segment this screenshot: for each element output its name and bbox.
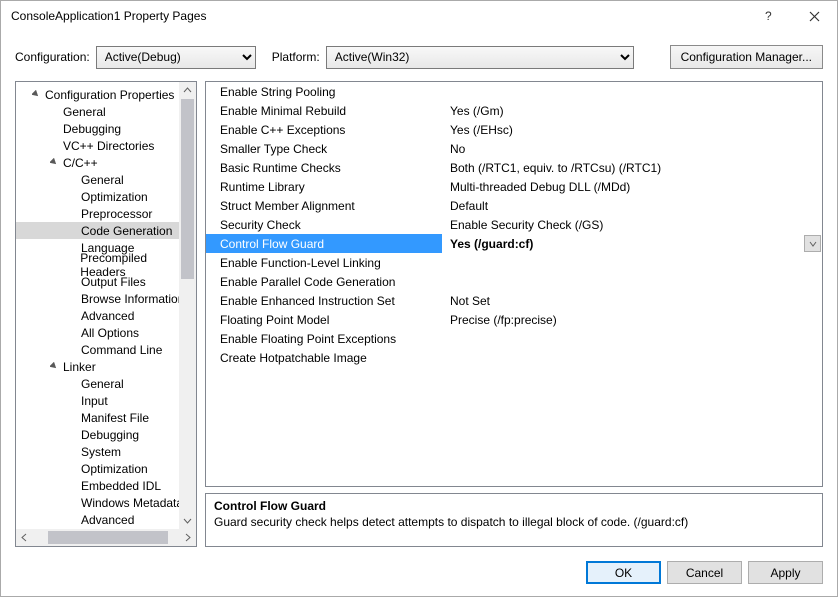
property-name: Enable String Pooling [206, 85, 442, 99]
tree-panel: Configuration PropertiesGeneralDebugging… [15, 81, 197, 547]
property-value[interactable]: Yes (/EHsc) [442, 123, 822, 137]
description-text: Guard security check helps detect attemp… [214, 515, 814, 529]
tree-item[interactable]: General [16, 103, 196, 120]
scroll-right-icon[interactable] [179, 529, 196, 546]
dropdown-button[interactable] [804, 235, 821, 252]
tree-item-linker[interactable]: Linker [16, 358, 196, 375]
tree-item[interactable]: VC++ Directories [16, 137, 196, 154]
tree-item[interactable]: Preprocessor [16, 205, 196, 222]
description-title: Control Flow Guard [214, 499, 814, 513]
property-name: Floating Point Model [206, 313, 442, 327]
property-name: Control Flow Guard [206, 237, 442, 251]
property-name: Enable Function-Level Linking [206, 256, 442, 270]
property-value[interactable]: Precise (/fp:precise) [442, 313, 822, 327]
property-row[interactable]: Enable Floating Point Exceptions [206, 329, 822, 348]
main-split: Configuration PropertiesGeneralDebugging… [1, 79, 837, 555]
tree-item[interactable]: General [16, 375, 196, 392]
property-row[interactable]: Enable Minimal Rebuild Yes (/Gm) [206, 101, 822, 120]
tree-item[interactable]: Command Line [16, 341, 196, 358]
tree-item[interactable]: Debugging [16, 426, 196, 443]
property-row[interactable]: Enable C++ Exceptions Yes (/EHsc) [206, 120, 822, 139]
configuration-select[interactable]: Active(Debug) [96, 46, 256, 69]
apply-button[interactable]: Apply [748, 561, 823, 584]
tree-item[interactable]: Advanced [16, 511, 196, 528]
config-row: Configuration: Active(Debug) Platform: A… [1, 31, 837, 79]
vscroll-thumb[interactable] [181, 99, 194, 279]
tree-item[interactable]: Precompiled Headers [16, 256, 196, 273]
tree-item[interactable]: Windows Metadata [16, 494, 196, 511]
property-name: Enable C++ Exceptions [206, 123, 442, 137]
property-value[interactable]: Both (/RTC1, equiv. to /RTCsu) (/RTC1) [442, 161, 822, 175]
tree[interactable]: Configuration PropertiesGeneralDebugging… [16, 82, 196, 546]
property-name: Smaller Type Check [206, 142, 442, 156]
ok-button[interactable]: OK [586, 561, 661, 584]
hscroll-thumb[interactable] [48, 531, 168, 544]
property-value[interactable]: Default [442, 199, 822, 213]
property-name: Struct Member Alignment [206, 199, 442, 213]
description-box: Control Flow Guard Guard security check … [205, 493, 823, 547]
help-button[interactable]: ? [747, 1, 792, 31]
property-name: Enable Minimal Rebuild [206, 104, 442, 118]
close-button[interactable] [792, 1, 837, 31]
property-row[interactable]: Security Check Enable Security Check (/G… [206, 215, 822, 234]
platform-label: Platform: [272, 50, 320, 64]
property-row[interactable]: Enable Function-Level Linking [206, 253, 822, 272]
property-name: Security Check [206, 218, 442, 232]
tree-item[interactable]: System [16, 443, 196, 460]
right-column: Enable String Pooling Enable Minimal Reb… [205, 81, 823, 547]
property-row[interactable]: Enable String Pooling [206, 82, 822, 101]
tree-item[interactable]: Optimization [16, 188, 196, 205]
property-row[interactable]: Basic Runtime Checks Both (/RTC1, equiv.… [206, 158, 822, 177]
property-name: Runtime Library [206, 180, 442, 194]
tree-item[interactable]: All Options [16, 324, 196, 341]
property-row[interactable]: Struct Member Alignment Default [206, 196, 822, 215]
scroll-down-icon[interactable] [179, 512, 196, 529]
tree-item[interactable]: Browse Information [16, 290, 196, 307]
property-value[interactable]: No [442, 142, 822, 156]
tree-item[interactable]: Code Generation [16, 222, 196, 239]
tree-item[interactable]: Debugging [16, 120, 196, 137]
tree-item-ccpp[interactable]: C/C++ [16, 154, 196, 171]
property-value[interactable]: Enable Security Check (/GS) [442, 218, 822, 232]
tree-item[interactable]: Optimization [16, 460, 196, 477]
property-row[interactable]: Enable Enhanced Instruction Set Not Set [206, 291, 822, 310]
property-row[interactable]: Floating Point Model Precise (/fp:precis… [206, 310, 822, 329]
property-row[interactable]: Enable Parallel Code Generation [206, 272, 822, 291]
tree-item[interactable]: Manifest File [16, 409, 196, 426]
titlebar: ConsoleApplication1 Property Pages ? [1, 1, 837, 31]
property-row[interactable]: Smaller Type Check No [206, 139, 822, 158]
tree-hscrollbar[interactable] [16, 529, 196, 546]
cancel-button[interactable]: Cancel [667, 561, 742, 584]
scroll-left-icon[interactable] [16, 529, 33, 546]
tree-item[interactable]: Advanced [16, 307, 196, 324]
property-value[interactable]: Multi-threaded Debug DLL (/MDd) [442, 180, 822, 194]
property-row[interactable]: Create Hotpatchable Image [206, 348, 822, 367]
property-name: Basic Runtime Checks [206, 161, 442, 175]
platform-select[interactable]: Active(Win32) [326, 46, 634, 69]
property-grid[interactable]: Enable String Pooling Enable Minimal Reb… [205, 81, 823, 487]
property-value[interactable]: Yes (/Gm) [442, 104, 822, 118]
window-title: ConsoleApplication1 Property Pages [11, 9, 747, 23]
dialog-buttons: OK Cancel Apply [1, 555, 837, 596]
tree-vscrollbar[interactable] [179, 82, 196, 529]
tree-item[interactable]: General [16, 171, 196, 188]
property-value[interactable]: Not Set [442, 294, 822, 308]
property-name: Enable Parallel Code Generation [206, 275, 442, 289]
configuration-manager-button[interactable]: Configuration Manager... [670, 45, 823, 69]
configuration-label: Configuration: [15, 50, 90, 64]
svg-text:?: ? [765, 9, 772, 23]
property-name: Enable Floating Point Exceptions [206, 332, 442, 346]
scroll-up-icon[interactable] [179, 82, 196, 99]
tree-item[interactable]: Embedded IDL [16, 477, 196, 494]
property-name: Create Hotpatchable Image [206, 351, 442, 365]
tree-item-configuration-properties[interactable]: Configuration Properties [16, 86, 196, 103]
property-value[interactable]: Yes (/guard:cf) [442, 234, 822, 253]
property-row[interactable]: Runtime Library Multi-threaded Debug DLL… [206, 177, 822, 196]
property-row-selected[interactable]: Control Flow Guard Yes (/guard:cf) [206, 234, 822, 253]
tree-item[interactable]: Input [16, 392, 196, 409]
property-name: Enable Enhanced Instruction Set [206, 294, 442, 308]
